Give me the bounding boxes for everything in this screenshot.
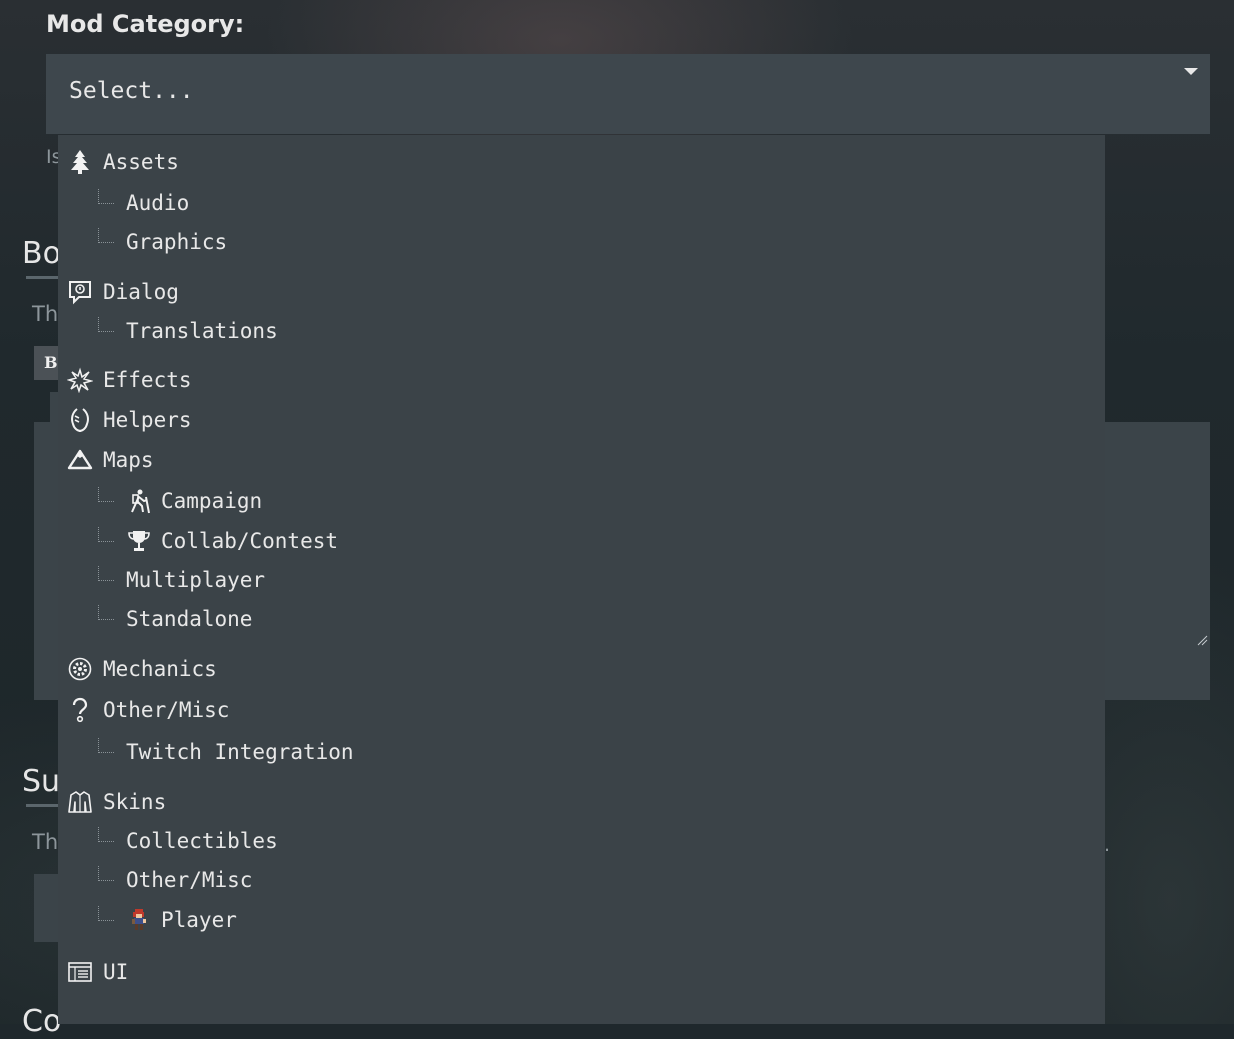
- option-label: Dialog: [103, 280, 179, 304]
- option-label: Player: [161, 908, 237, 932]
- option-player[interactable]: Player: [58, 901, 1105, 939]
- helping-hand-icon: [67, 407, 93, 433]
- option-ui[interactable]: UI: [58, 953, 1105, 991]
- option-collab-contest[interactable]: Collab/Contest: [58, 522, 1105, 560]
- background-description: Th: [32, 302, 59, 326]
- option-translations[interactable]: Translations: [58, 312, 1105, 350]
- option-label: Multiplayer: [126, 568, 266, 592]
- gear-icon: [67, 656, 93, 682]
- option-label: Twitch Integration: [126, 740, 354, 764]
- category-dropdown-menu: Assets Audio Graphics Dialog Translation…: [58, 135, 1105, 1024]
- option-skins[interactable]: Skins: [58, 783, 1105, 821]
- option-twitch-integration[interactable]: Twitch Integration: [58, 733, 1105, 771]
- option-graphics[interactable]: Graphics: [58, 223, 1105, 261]
- option-label: Maps: [103, 448, 154, 472]
- jacket-icon: [67, 789, 93, 815]
- option-helpers[interactable]: Helpers: [58, 401, 1105, 439]
- option-label: Collectibles: [126, 829, 278, 853]
- tree-branch: [98, 737, 114, 753]
- tree-branch: [98, 565, 114, 581]
- option-label: Campaign: [161, 489, 263, 513]
- background-heading: Co: [22, 1004, 62, 1039]
- option-label: Helpers: [103, 408, 192, 432]
- option-standalone[interactable]: Standalone: [58, 600, 1105, 638]
- option-collectibles[interactable]: Collectibles: [58, 822, 1105, 860]
- option-label: Translations: [126, 319, 278, 343]
- tree-branch: [98, 227, 114, 243]
- option-label: Other/Misc: [103, 698, 230, 722]
- option-label: Other/Misc: [126, 868, 253, 892]
- tree-branch: [98, 316, 114, 332]
- option-skins-other-misc[interactable]: Other/Misc: [58, 861, 1105, 899]
- option-dialog[interactable]: Dialog: [58, 273, 1105, 311]
- option-assets[interactable]: Assets: [58, 143, 1105, 181]
- player-sprite-icon: [126, 907, 152, 933]
- tree-branch: [98, 865, 114, 881]
- option-label: Skins: [103, 790, 167, 814]
- tree-branch: [98, 188, 114, 204]
- heading-underline: [26, 276, 62, 279]
- background-heading: Su: [22, 764, 61, 799]
- hiker-icon: [126, 488, 152, 514]
- option-audio[interactable]: Audio: [58, 184, 1105, 222]
- background-heading: Bo: [22, 236, 61, 271]
- tree-branch: [98, 526, 114, 542]
- splash-icon: [67, 367, 93, 393]
- option-label: Audio: [126, 191, 190, 215]
- window-list-icon: [67, 959, 93, 985]
- heading-underline: [26, 804, 62, 807]
- option-label: UI: [103, 960, 129, 984]
- option-label: Graphics: [126, 230, 228, 254]
- option-label: Mechanics: [103, 657, 217, 681]
- option-label: Effects: [103, 368, 192, 392]
- bold-button[interactable]: B: [34, 346, 58, 380]
- trophy-icon: [126, 528, 152, 554]
- tree-icon: [67, 149, 93, 175]
- resize-handle-icon[interactable]: [1196, 634, 1208, 646]
- option-multiplayer[interactable]: Multiplayer: [58, 561, 1105, 599]
- mod-category-select[interactable]: Select...: [46, 54, 1210, 134]
- question-mark-icon: [67, 697, 93, 723]
- mod-category-label: Mod Category:: [46, 10, 245, 38]
- option-other-misc[interactable]: Other/Misc: [58, 691, 1105, 729]
- background-input[interactable]: [34, 874, 58, 942]
- option-label: Collab/Contest: [161, 529, 339, 553]
- option-campaign[interactable]: Campaign: [58, 482, 1105, 520]
- option-effects[interactable]: Effects: [58, 361, 1105, 399]
- tree-branch: [98, 905, 114, 921]
- speech-bubble-icon: [67, 279, 93, 305]
- background-description: Th: [32, 830, 59, 854]
- mountain-icon: [67, 447, 93, 473]
- tree-branch: [98, 486, 114, 502]
- option-mechanics[interactable]: Mechanics: [58, 650, 1105, 688]
- select-placeholder: Select...: [69, 78, 194, 104]
- chevron-down-icon[interactable]: [1184, 68, 1198, 75]
- tree-branch: [98, 826, 114, 842]
- option-label: Assets: [103, 150, 179, 174]
- tree-branch: [98, 604, 114, 620]
- option-label: Standalone: [126, 607, 253, 631]
- option-maps[interactable]: Maps: [58, 441, 1105, 479]
